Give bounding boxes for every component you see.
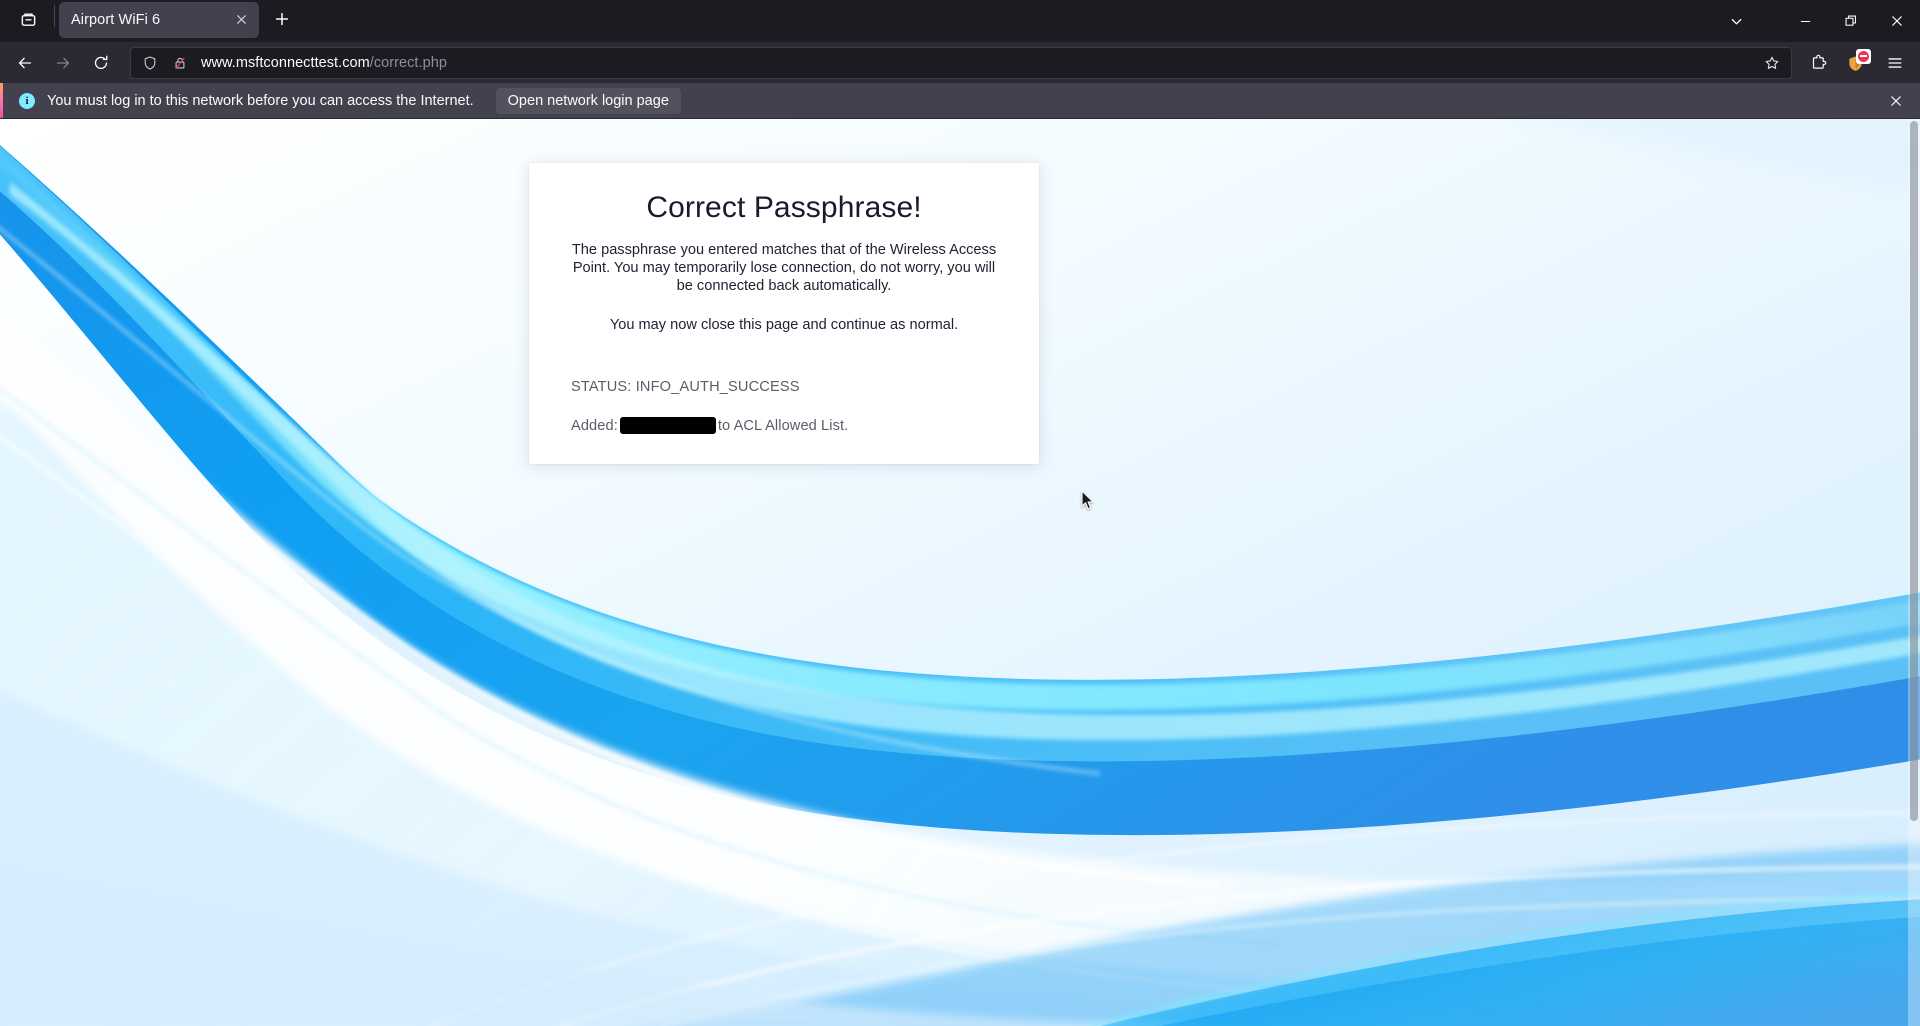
notification-message: You must log in to this network before y… (47, 92, 474, 109)
chevron-down-icon[interactable] (1716, 4, 1756, 38)
status-text: STATUS: INFO_AUTH_SUCCESS (571, 379, 800, 396)
url-bar[interactable]: www.msftconnecttest.com/correct.php (130, 46, 1792, 79)
info-icon: i (19, 92, 35, 109)
page-scrollbar[interactable] (1908, 119, 1920, 1026)
acl-added-prefix: Added: (571, 417, 618, 434)
ublock-glyph (1847, 48, 1871, 73)
page-title: Correct Passphrase! (646, 191, 922, 224)
tab-close-icon[interactable] (229, 8, 253, 32)
browser-tab[interactable]: Airport WiFi 6 (59, 1, 259, 38)
acl-added-line: Added: to ACL Allowed List. (551, 417, 1017, 435)
network-login-notification-bar: i You must log in to this network before… (0, 83, 1920, 119)
url-text[interactable]: www.msftconnecttest.com/correct.php (195, 55, 1757, 71)
url-host: www.msftconnecttest.com (201, 54, 370, 71)
page-paragraph: The passphrase you entered matches that … (571, 241, 997, 294)
notification-close-icon[interactable] (1883, 88, 1909, 114)
toolbar-right (1800, 47, 1914, 79)
shield-icon[interactable] (135, 50, 165, 76)
url-path: /correct.php (369, 54, 447, 71)
open-network-login-page-button[interactable]: Open network login page (495, 87, 681, 114)
redacted-mac-address (619, 417, 716, 435)
page-paragraph-secondary: You may now close this page and continue… (609, 317, 959, 334)
bookmark-star-icon[interactable] (1757, 50, 1787, 76)
tab-strip: Airport WiFi 6 (0, 0, 1920, 42)
lock-insecure-icon[interactable] (165, 50, 195, 76)
ublock-block-badge (1856, 48, 1871, 64)
tab-strip-left: Airport WiFi 6 (4, 0, 299, 42)
forward-icon[interactable] (45, 47, 81, 79)
page-viewport: Correct Passphrase! The passphrase you e… (0, 119, 1920, 1026)
app-menu-icon[interactable] (1877, 47, 1913, 79)
browser-window: Airport WiFi 6 www.msftconnecttest.com/c… (0, 0, 1920, 1026)
close-window-icon[interactable] (1874, 0, 1920, 42)
extensions-icon[interactable] (1801, 47, 1837, 79)
reload-icon[interactable] (83, 47, 119, 79)
tab-strip-separator (54, 5, 55, 27)
scrollbar-thumb[interactable] (1910, 121, 1918, 821)
captive-portal-card: Correct Passphrase! The passphrase you e… (529, 163, 1039, 465)
minimize-icon[interactable] (1782, 0, 1828, 42)
notification-accent-stripe (0, 83, 3, 118)
restore-icon[interactable] (1828, 0, 1874, 42)
acl-added-suffix: to ACL Allowed List. (717, 417, 849, 434)
navigation-toolbar: www.msftconnecttest.com/correct.php (0, 42, 1920, 83)
new-tab-icon[interactable] (265, 2, 299, 36)
ublock-origin-icon[interactable] (1839, 47, 1875, 79)
window-controls (1716, 0, 1920, 42)
firefox-view-icon[interactable] (8, 2, 48, 38)
tab-title: Airport WiFi 6 (71, 11, 161, 28)
back-icon[interactable] (7, 47, 43, 79)
